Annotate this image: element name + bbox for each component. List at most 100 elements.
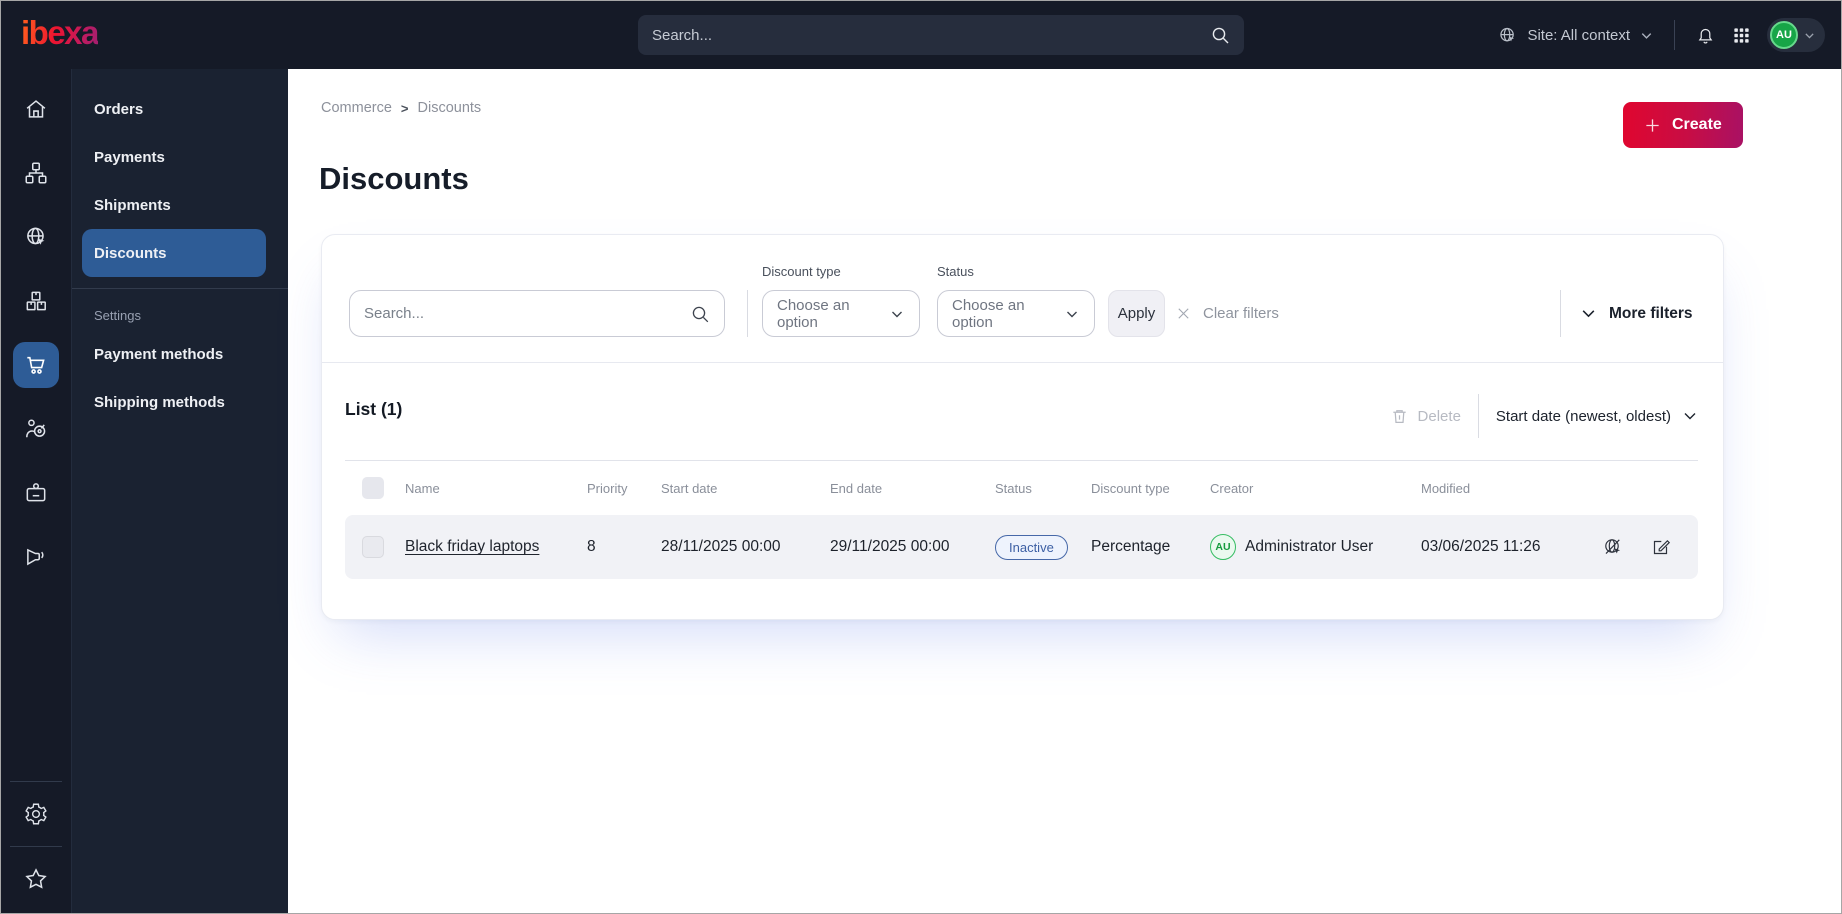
site-context-label: Site: All context <box>1527 26 1630 44</box>
select-all-checkbox[interactable] <box>362 477 384 499</box>
menu-item-label: Orders <box>94 100 144 118</box>
list-section: List (1) Delete Start date (newest, olde… <box>322 363 1723 619</box>
filter-search-input[interactable] <box>364 305 690 322</box>
rail-home-icon[interactable] <box>1 77 71 141</box>
discount-type-label: Discount type <box>762 264 841 279</box>
x-icon <box>1175 305 1192 322</box>
discount-type-value: Choose an option <box>777 296 850 331</box>
global-search[interactable] <box>638 15 1244 55</box>
sort-label: Start date (newest, oldest) <box>1495 407 1671 425</box>
commerce-menu-panel: Orders Payments Shipments Discounts Sett… <box>71 69 288 913</box>
breadcrumb-separator: > <box>400 100 409 116</box>
trash-icon <box>1390 407 1409 426</box>
rail-personalization-icon[interactable] <box>1 397 71 461</box>
chevron-down-icon <box>1639 28 1654 43</box>
menu-item-payments[interactable]: Payments <box>72 133 288 181</box>
menu-item-label: Discounts <box>94 244 167 262</box>
rail-bookmarks-icon[interactable] <box>1 847 71 911</box>
create-button[interactable]: Create <box>1623 102 1743 148</box>
filter-search[interactable] <box>349 290 725 337</box>
rail-settings-icon[interactable] <box>1 782 71 846</box>
column-header-discount-type: Discount type <box>1091 480 1170 496</box>
menu-divider <box>72 288 288 289</box>
notifications-bell-icon[interactable] <box>1695 25 1716 46</box>
rail-products-icon[interactable] <box>1 269 71 333</box>
chevron-down-icon <box>1803 29 1816 42</box>
table-header: Name Priority Start date End date Status… <box>345 461 1698 515</box>
cell-creator: AU Administrator User <box>1210 534 1421 560</box>
plus-icon <box>1644 117 1661 134</box>
site-context-selector[interactable]: Site: All context <box>1497 25 1654 46</box>
column-header-status: Status <box>995 480 1032 496</box>
rail-corporate-icon[interactable] <box>1 461 71 525</box>
create-button-label: Create <box>1672 116 1722 133</box>
column-header-priority: Priority <box>587 480 628 496</box>
menu-item-shipments[interactable]: Shipments <box>72 181 288 229</box>
topbar-divider <box>1674 20 1675 50</box>
cell-modified: 03/06/2025 11:26 <box>1421 538 1541 555</box>
user-avatar: AU <box>1770 21 1798 49</box>
discount-type-dropdown[interactable]: Choose an option <box>762 290 920 337</box>
global-search-input[interactable] <box>652 26 1210 44</box>
status-dropdown[interactable]: Choose an option <box>937 290 1095 337</box>
menu-item-label: Shipments <box>94 196 171 214</box>
user-menu[interactable]: AU <box>1767 18 1825 52</box>
cell-start-date: 28/11/2025 00:00 <box>661 538 781 555</box>
sort-dropdown[interactable]: Start date (newest, oldest) <box>1496 408 1698 425</box>
menu-item-payment-methods[interactable]: Payment methods <box>72 330 288 378</box>
creator-avatar: AU <box>1210 534 1236 560</box>
discounts-card: Discount type Choose an option Status Ch… <box>321 234 1724 620</box>
column-header-start-date: Start date <box>661 480 718 496</box>
menu-group-settings: Settings <box>94 308 141 323</box>
filter-divider <box>747 290 748 337</box>
table-row: Black friday laptops 8 28/11/2025 00:00 … <box>345 515 1698 579</box>
menu-item-shipping-methods[interactable]: Shipping methods <box>72 378 288 426</box>
clear-filters-button[interactable]: Clear filters <box>1175 290 1279 337</box>
app-grid-icon[interactable] <box>1732 26 1751 45</box>
icon-rail <box>1 69 71 913</box>
filter-bar: Discount type Choose an option Status Ch… <box>322 235 1723 363</box>
column-header-modified: Modified <box>1421 480 1471 496</box>
active-rail-highlight <box>13 342 59 388</box>
breadcrumb-commerce[interactable]: Commerce <box>321 100 392 116</box>
breadcrumb: Commerce > Discounts <box>321 100 481 116</box>
chevron-down-icon <box>1580 305 1597 322</box>
delete-button[interactable]: Delete <box>1390 407 1461 426</box>
row-actions <box>1576 536 1698 558</box>
topbar-right-cluster: Site: All context AU <box>1497 1 1825 69</box>
list-title: List (1) <box>345 399 403 419</box>
breadcrumb-discounts[interactable]: Discounts <box>418 100 482 116</box>
more-filters-toggle[interactable]: More filters <box>1580 290 1693 337</box>
discount-name-link[interactable]: Black friday laptops <box>405 538 539 555</box>
row-checkbox[interactable] <box>362 536 384 558</box>
page-title: Discounts <box>319 161 469 196</box>
column-header-creator: Creator <box>1210 480 1254 496</box>
status-value: Choose an option <box>952 296 1025 331</box>
menu-item-label: Shipping methods <box>94 393 225 411</box>
search-icon <box>1210 25 1230 45</box>
ibexa-logo: ibexa <box>21 14 99 51</box>
chevron-down-icon <box>1064 306 1080 322</box>
chevron-down-icon <box>889 306 905 322</box>
menu-item-label: Payments <box>94 148 165 166</box>
cell-end-date: 29/11/2025 00:00 <box>830 538 950 555</box>
rail-content-tree-icon[interactable] <box>1 141 71 205</box>
column-header-name: Name <box>405 480 440 496</box>
delete-button-label: Delete <box>1417 407 1461 425</box>
browser-frame: ibexa Site: All context <box>0 0 1842 914</box>
apply-button[interactable]: Apply <box>1108 290 1165 337</box>
edit-icon[interactable] <box>1650 536 1672 558</box>
main-content: Commerce > Discounts Create Discounts Se… <box>288 69 1841 913</box>
rail-commerce-icon[interactable] <box>1 333 71 397</box>
preview-disabled-icon[interactable] <box>1602 536 1624 558</box>
status-badge: Inactive <box>995 534 1068 560</box>
rail-site-icon[interactable] <box>1 205 71 269</box>
menu-item-discounts[interactable]: Discounts <box>82 229 266 277</box>
menu-item-orders[interactable]: Orders <box>72 85 288 133</box>
top-bar: ibexa Site: All context <box>1 1 1841 69</box>
list-tools: Delete Start date (newest, oldest) <box>1390 393 1698 439</box>
rail-campaigns-icon[interactable] <box>1 525 71 589</box>
creator-name: Administrator User <box>1245 538 1374 555</box>
cell-priority: 8 <box>587 538 596 555</box>
chevron-down-icon <box>1682 408 1698 424</box>
